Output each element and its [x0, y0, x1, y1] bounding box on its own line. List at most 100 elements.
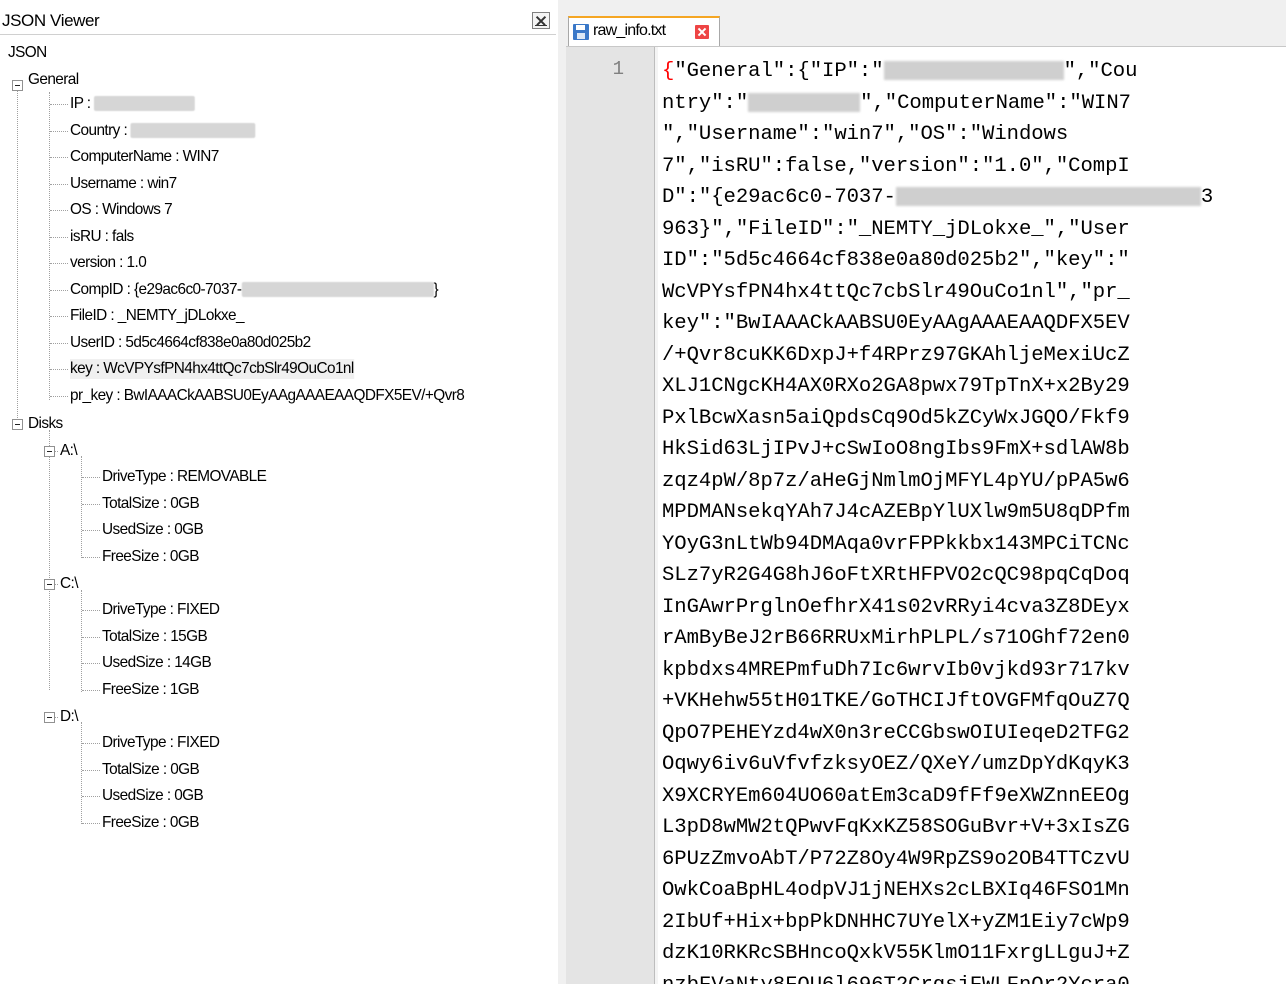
tab-bar: raw_info.txt [566, 0, 1286, 47]
tree-leaf-general[interactable]: key : WcVPYsfPN4hx4ttQc7cbSlr49OuCo1nl [70, 359, 354, 379]
code-line: PxlBcwXasn5aiQpdsCq9Od5kZCyWxJGQO/Fkf9 [662, 403, 1286, 435]
tree-leaf-drive[interactable]: FreeSize : 1GB [102, 680, 200, 700]
tree-leaf-general[interactable]: IP : [70, 94, 195, 114]
code-text: ","Cou [1063, 60, 1138, 83]
code-text: Oqwy6iv6uVfvfzksyOEZ/QXeY/umzDpYdKqyK3 [662, 753, 1130, 776]
code-line: dzK10RKRcSBHncoQxkV55KlmO11FxrgLLguJ+Z [662, 938, 1286, 970]
code-line: ntry":" ","ComputerName":"WIN7 [662, 88, 1286, 120]
tree-leaf-drive[interactable]: TotalSize : 0GB [102, 494, 200, 514]
code-line: rAmByBeJ2rB66RRUxMirhPLPL/s71OGhf72en0 [662, 623, 1286, 655]
code-area[interactable]: {"General":{"IP":" ","Cou ntry":" ","Comput… [662, 56, 1286, 984]
tree-node-drive[interactable]: A:\ [60, 441, 78, 461]
code-line: YOyG3nLtWb94DMAqa0vrFPPkkbx143MPCiTCNc [662, 529, 1286, 561]
code-line: {"General":{"IP":" ","Cou [662, 60, 1138, 83]
redacted-value [241, 281, 434, 297]
tree-leaf-drive[interactable]: DriveType : FIXED [102, 733, 220, 753]
code-line: XLJ1CNgcKH4AX0RXo2GA8pwx79TpTnX+x2By29 [662, 371, 1286, 403]
panel-title: JSON Viewer [2, 11, 100, 30]
tree-root[interactable]: JSON [8, 43, 47, 63]
tree-leaf-label: version : 1.0 [70, 254, 147, 271]
code-text: L3pD8wMW2tQPwvFqKxKZ58SOGuBvr+V+3xIsZG [662, 816, 1130, 839]
tree-leaf-general[interactable]: Country : [70, 121, 256, 141]
code-text: QpO7PEHEYzd4wX0n3reCCGbswOIUIeqeD2TFG2 [662, 721, 1130, 745]
code-line: InGAwrPrglnOefhrX41s02vRRyi4cva3Z8DEyx [662, 592, 1286, 624]
code-text: nzbFVaNty8FQU6l696T2CrgsjFWLFnQr2Ycra0 [662, 974, 1130, 984]
tree-leaf-label: OS : Windows 7 [70, 201, 173, 218]
code-line: MPDMANsekqYAh7J4cAZEBpYlUXlw9m5U8qDPfm [662, 497, 1286, 529]
collapse-toggle-drive[interactable] [44, 712, 55, 723]
redacted-value [748, 92, 861, 112]
tree-leaf-label: pr_key : BwIAAACkAABSU0EyAAgAAAEAAQDFX5E… [70, 386, 465, 404]
tree-node-drive[interactable]: D:\ [60, 707, 78, 727]
tree-leaf-drive[interactable]: FreeSize : 0GB [102, 813, 200, 833]
panel-title-bar: JSON Viewer [0, 8, 556, 35]
code-line: nzbFVaNty8FQU6l696T2CrgsjFWLFnQr2Ycra0 [662, 970, 1286, 984]
close-tab-icon[interactable] [695, 25, 709, 39]
redacted-value [130, 122, 256, 138]
tree-leaf-label: FileID : _NEMTY_jDLokxe_ [70, 307, 245, 324]
tab-raw-info[interactable]: raw_info.txt [568, 16, 720, 46]
tree-leaf-general[interactable]: pr_key : BwIAAACkAABSU0EyAAgAAAEAAQDFX5E… [70, 386, 465, 406]
code-line: 2IbUf+Hix+bpPkDNHHC7UYelX+yZM1Eiy7cWp9 [662, 907, 1286, 939]
code-line: HkSid63LjIPvJ+cSwIoO8ngIbs9FmX+sdlAW8b [662, 434, 1286, 466]
code-text: rAmByBeJ2rB66RRUxMirhPLPL/s71OGhf72en0 [662, 627, 1130, 650]
code-line: ID":"5d5c4664cf838e0a80d025b2","key":" [662, 245, 1286, 277]
tree-leaf-label: IP : [70, 95, 95, 112]
code-line: 7","isRU":false,"version":"1.0","CompI [662, 151, 1286, 183]
tree-leaf-general[interactable]: UserID : 5d5c4664cf838e0a80d025b2 [70, 333, 311, 353]
fold-margin [654, 47, 658, 984]
code-line: L3pD8wMW2tQPwvFqKxKZ58SOGuBvr+V+3xIsZG [662, 812, 1286, 844]
collapse-toggle-drive[interactable] [44, 579, 55, 590]
code-text: 7","isRU":false,"version":"1.0","CompI [662, 154, 1130, 178]
code-text: HkSid63LjIPvJ+cSwIoO8ngIbs9FmX+sdlAW8b [662, 438, 1130, 461]
tree-leaf-drive[interactable]: UsedSize : 14GB [102, 653, 212, 673]
code-line: OwkCoaBpHL4odpVJ1jNEHXs2cLBXIq46FSO1Mn [662, 875, 1286, 907]
collapse-toggle-general[interactable] [12, 80, 23, 91]
tree-leaf-general[interactable]: isRU : fals [70, 227, 134, 247]
tree-leaf-general[interactable]: CompID : {e29ac6c0-7037-} [70, 280, 439, 300]
tree-leaf-drive[interactable]: UsedSize : 0GB [102, 786, 204, 806]
tree-leaf-drive[interactable]: FreeSize : 0GB [102, 547, 200, 567]
tree-leaf-label: isRU : fals [70, 227, 134, 245]
code-text: InGAwrPrglnOefhrX41s02vRRyi4cva3Z8DEyx [662, 595, 1130, 619]
tree-leaf-general[interactable]: OS : Windows 7 [70, 200, 173, 220]
tree-leaf-general[interactable]: FileID : _NEMTY_jDLokxe_ [70, 306, 245, 326]
tree-node-drive[interactable]: C:\ [60, 574, 78, 594]
code-line: key":"BwIAAACkAABSU0EyAAgAAAEAAQDFX5EV [662, 308, 1286, 340]
code-text: X9XCRYEm604UO60atEm3caD9fFf9eXWZnnEEOg [662, 784, 1130, 808]
code-text: dzK10RKRcSBHncoQxkV55KlmO11FxrgLLguJ+Z [662, 942, 1130, 965]
json-viewer-panel: JSON Viewer JSON General Disks IP : Coun… [0, 0, 560, 984]
code-line: X9XCRYEm604UO60atEm3caD9fFf9eXWZnnEEOg [662, 781, 1286, 813]
collapse-toggle-drive[interactable] [44, 446, 55, 457]
tree-leaf-drive[interactable]: DriveType : FIXED [102, 600, 220, 620]
code-text: ntry":" [662, 91, 749, 115]
code-text: 963}","FileID":"_NEMTY_jDLokxe_","User [662, 217, 1130, 241]
tree-node-general[interactable]: General [28, 70, 79, 90]
tree-leaf-drive[interactable]: TotalSize : 15GB [102, 627, 208, 647]
tree-leaf-label: CompID : {e29ac6c0-7037- [70, 280, 242, 298]
code-line: 6PUzZmvoAbT/P72Z8Oy4W9RpZS9o2OB4TTCzvU [662, 844, 1286, 876]
tree-leaf-label: ComputerName : WIN7 [70, 148, 219, 165]
code-text: ID":"5d5c4664cf838e0a80d025b2","key":" [662, 249, 1130, 272]
code-line: kpbdxs4MREPmfuDh7Ic6wrvIb0vjkd93r717kv [662, 655, 1286, 687]
code-text: 3 [1200, 186, 1214, 209]
tree-leaf-drive[interactable]: DriveType : REMOVABLE [102, 467, 267, 487]
tree-leaf-drive[interactable]: TotalSize : 0GB [102, 760, 200, 780]
redacted-value [94, 96, 195, 112]
code-text: OwkCoaBpHL4odpVJ1jNEHXs2cLBXIq46FSO1Mn [662, 879, 1130, 902]
line-number-gutter [566, 47, 654, 984]
tree-leaf-general[interactable]: Username : win7 [70, 174, 177, 194]
tree-leaf-general[interactable]: ComputerName : WIN7 [70, 147, 219, 167]
tree-leaf-general[interactable]: version : 1.0 [70, 253, 147, 273]
code-text: PxlBcwXasn5aiQpdsCq9Od5kZCyWxJGQO/Fkf9 [662, 406, 1130, 430]
tree-leaf-drive[interactable]: UsedSize : 0GB [102, 520, 204, 540]
code-text: SLz7yR2G4G8hJ6oFtXRtHFPVO2cQC98pqCqDoq [662, 564, 1130, 587]
panel-splitter[interactable] [558, 0, 566, 984]
redacted-value [895, 187, 1201, 207]
collapse-toggle-disks[interactable] [12, 419, 23, 430]
tree-node-disks[interactable]: Disks [28, 414, 63, 434]
close-icon[interactable] [532, 12, 550, 29]
code-line: /+Qvr8cuKK6DxpJ+f4RPrz97GKAhljeMexiUcZ [662, 340, 1286, 372]
editor-panel: raw_info.txt 1 {"General":{"IP":" ","Cou n… [566, 0, 1286, 984]
redacted-value [883, 61, 1064, 81]
